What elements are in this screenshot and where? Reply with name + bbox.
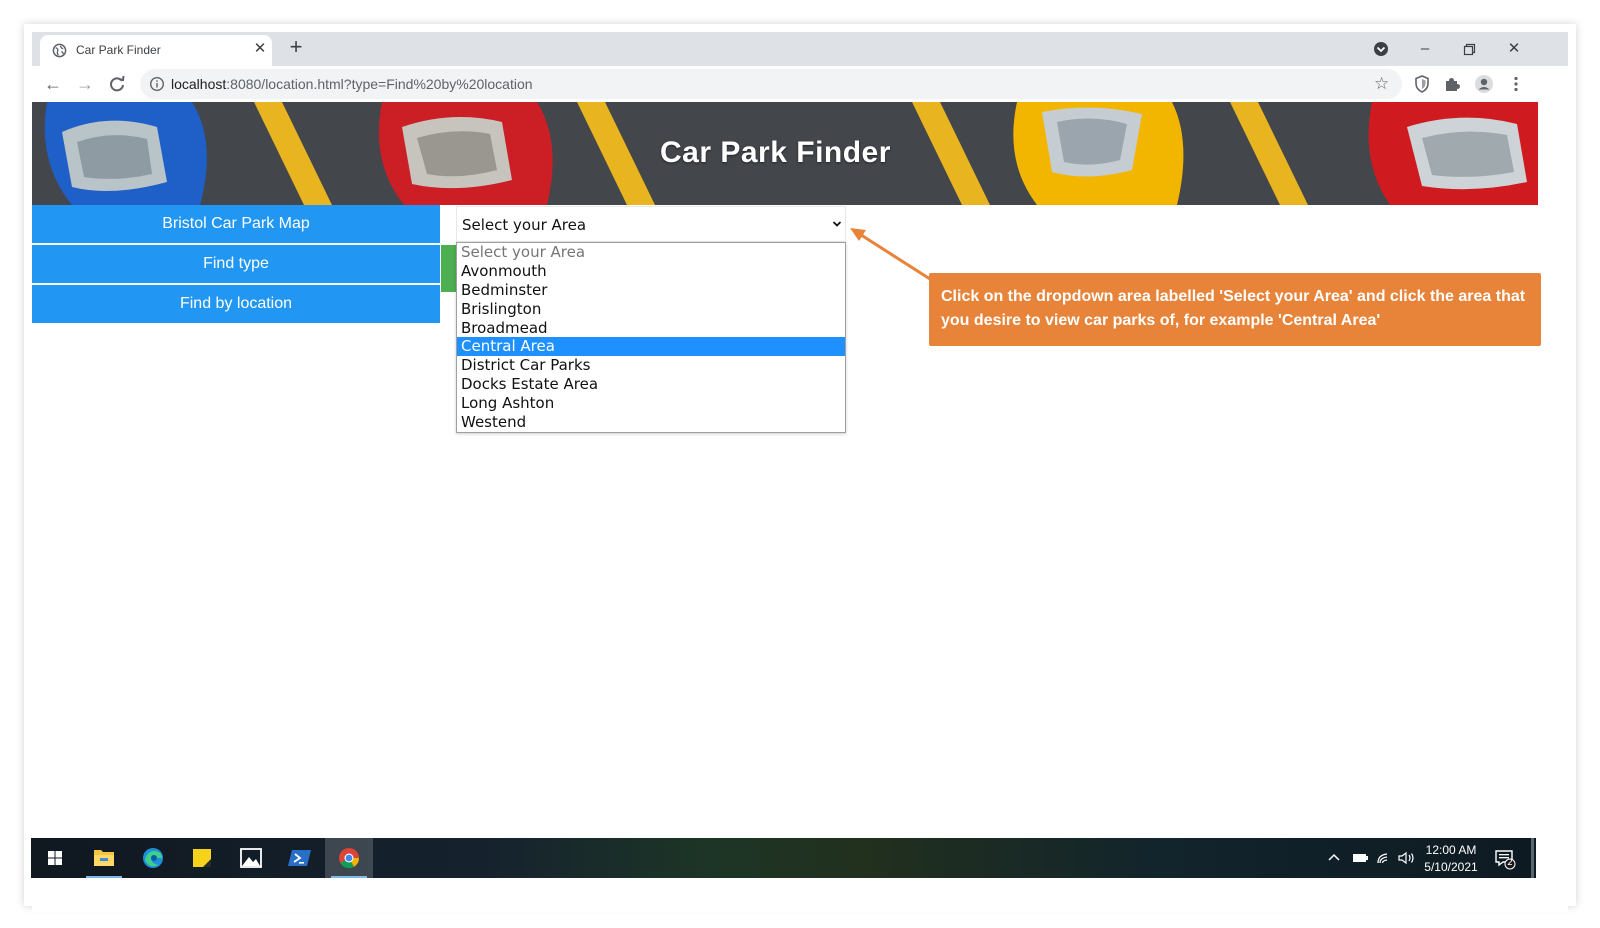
shield-extension-icon[interactable] [1412, 74, 1432, 94]
extensions-puzzle-icon[interactable] [1442, 74, 1462, 94]
option-long-ashton[interactable]: Long Ashton [457, 394, 845, 413]
reload-icon[interactable] [104, 71, 130, 97]
option-docks-estate-area[interactable]: Docks Estate Area [457, 375, 845, 394]
windows-taskbar: 12:00 AM 5/10/2021 2 [31, 838, 1536, 878]
profile-avatar-icon[interactable] [1474, 74, 1494, 94]
url-path: :8080/location.html?type=Find%20by%20loc… [226, 76, 533, 92]
taskbar-file-explorer[interactable] [80, 838, 128, 878]
option-central-area[interactable]: Central Area [457, 337, 845, 357]
banner-title: Car Park Finder [660, 136, 891, 169]
restore-icon[interactable] [1458, 38, 1480, 60]
option-select-your-area[interactable]: Select your Area [457, 243, 845, 262]
instruction-callout: Click on the dropdown area labelled 'Sel… [929, 273, 1541, 346]
tab-title: Car Park Finder [76, 43, 161, 57]
clock-date[interactable]: 5/10/2021 [1421, 860, 1481, 874]
taskbar-photos[interactable] [227, 838, 275, 878]
info-icon[interactable] [149, 76, 165, 92]
header-banner: Car Park Finder [32, 102, 1538, 205]
battery-icon[interactable] [1351, 850, 1369, 866]
option-westend[interactable]: Westend [457, 413, 845, 432]
option-brislington[interactable]: Brislington [457, 300, 845, 319]
option-district-car-parks[interactable]: District Car Parks [457, 356, 845, 375]
chevron-down-icon [832, 221, 842, 227]
powershell-icon [288, 850, 311, 866]
nav-find-type[interactable]: Find type [32, 245, 440, 283]
nav-bristol-car-park-map[interactable]: Bristol Car Park Map [32, 205, 440, 243]
close-window-icon[interactable]: ✕ [1503, 38, 1525, 60]
taskbar-chrome[interactable] [325, 838, 373, 878]
tab-car-park-finder[interactable]: Car Park Finder ✕ [40, 35, 272, 66]
area-dropdown-list: Select your Area Avonmouth Bedminster Br… [456, 242, 846, 433]
menu-kebab-icon[interactable] [1506, 74, 1526, 94]
url-host: localhost [171, 76, 227, 92]
show-hidden-icons-chevron-icon[interactable] [1327, 850, 1341, 866]
wifi-icon[interactable] [1375, 850, 1393, 866]
nav-find-by-location[interactable]: Find by location [32, 285, 440, 323]
minimize-icon[interactable]: – [1414, 38, 1436, 60]
option-avonmouth[interactable]: Avonmouth [457, 262, 845, 281]
area-select[interactable]: Select your Area [456, 206, 846, 242]
globe-icon [52, 43, 67, 58]
taskbar-sticky-notes[interactable] [178, 838, 226, 878]
start-button[interactable] [31, 838, 79, 878]
new-tab-button[interactable]: + [285, 36, 307, 59]
show-desktop-button[interactable] [1531, 838, 1534, 878]
taskbar-edge[interactable] [129, 838, 177, 878]
option-broadmead[interactable]: Broadmead [457, 319, 845, 338]
side-navigation: Bristol Car Park Map Find type Find by l… [32, 205, 440, 325]
web-page: Car Park Finder Bristol Car Park Map Fin… [32, 102, 1538, 838]
browser-toolbar: ← → localhost:8080/location.html?type=Fi… [32, 66, 1568, 102]
sticky-notes-icon [193, 849, 211, 867]
close-tab-icon[interactable]: ✕ [252, 41, 268, 57]
forward-icon[interactable]: → [72, 71, 98, 97]
tab-strip: Car Park Finder ✕ + – ✕ [32, 32, 1568, 66]
action-center-button[interactable]: 2 [1493, 848, 1517, 870]
url-text: localhost:8080/location.html?type=Find%2… [171, 76, 533, 92]
clock-time[interactable]: 12:00 AM [1421, 843, 1481, 857]
notification-count: 2 [1507, 858, 1513, 868]
volume-icon[interactable] [1397, 850, 1417, 866]
taskbar-powershell[interactable] [276, 838, 324, 878]
option-bedminster[interactable]: Bedminster [457, 281, 845, 300]
windows-logo-icon [48, 851, 62, 865]
tab-search-icon[interactable] [1370, 38, 1392, 60]
edge-browser-icon [143, 848, 163, 868]
area-select-value: Select your Area [462, 216, 587, 234]
address-bar[interactable]: localhost:8080/location.html?type=Find%2… [140, 69, 1402, 99]
folder-icon [94, 850, 114, 866]
back-icon[interactable]: ← [40, 71, 66, 97]
submit-button[interactable] [441, 245, 457, 292]
chrome-icon [339, 848, 360, 869]
photos-icon [240, 848, 262, 868]
browser-window: Car Park Finder ✕ + – ✕ ← → localhost:80… [32, 32, 1568, 912]
bookmark-star-icon[interactable]: ☆ [1374, 74, 1389, 94]
